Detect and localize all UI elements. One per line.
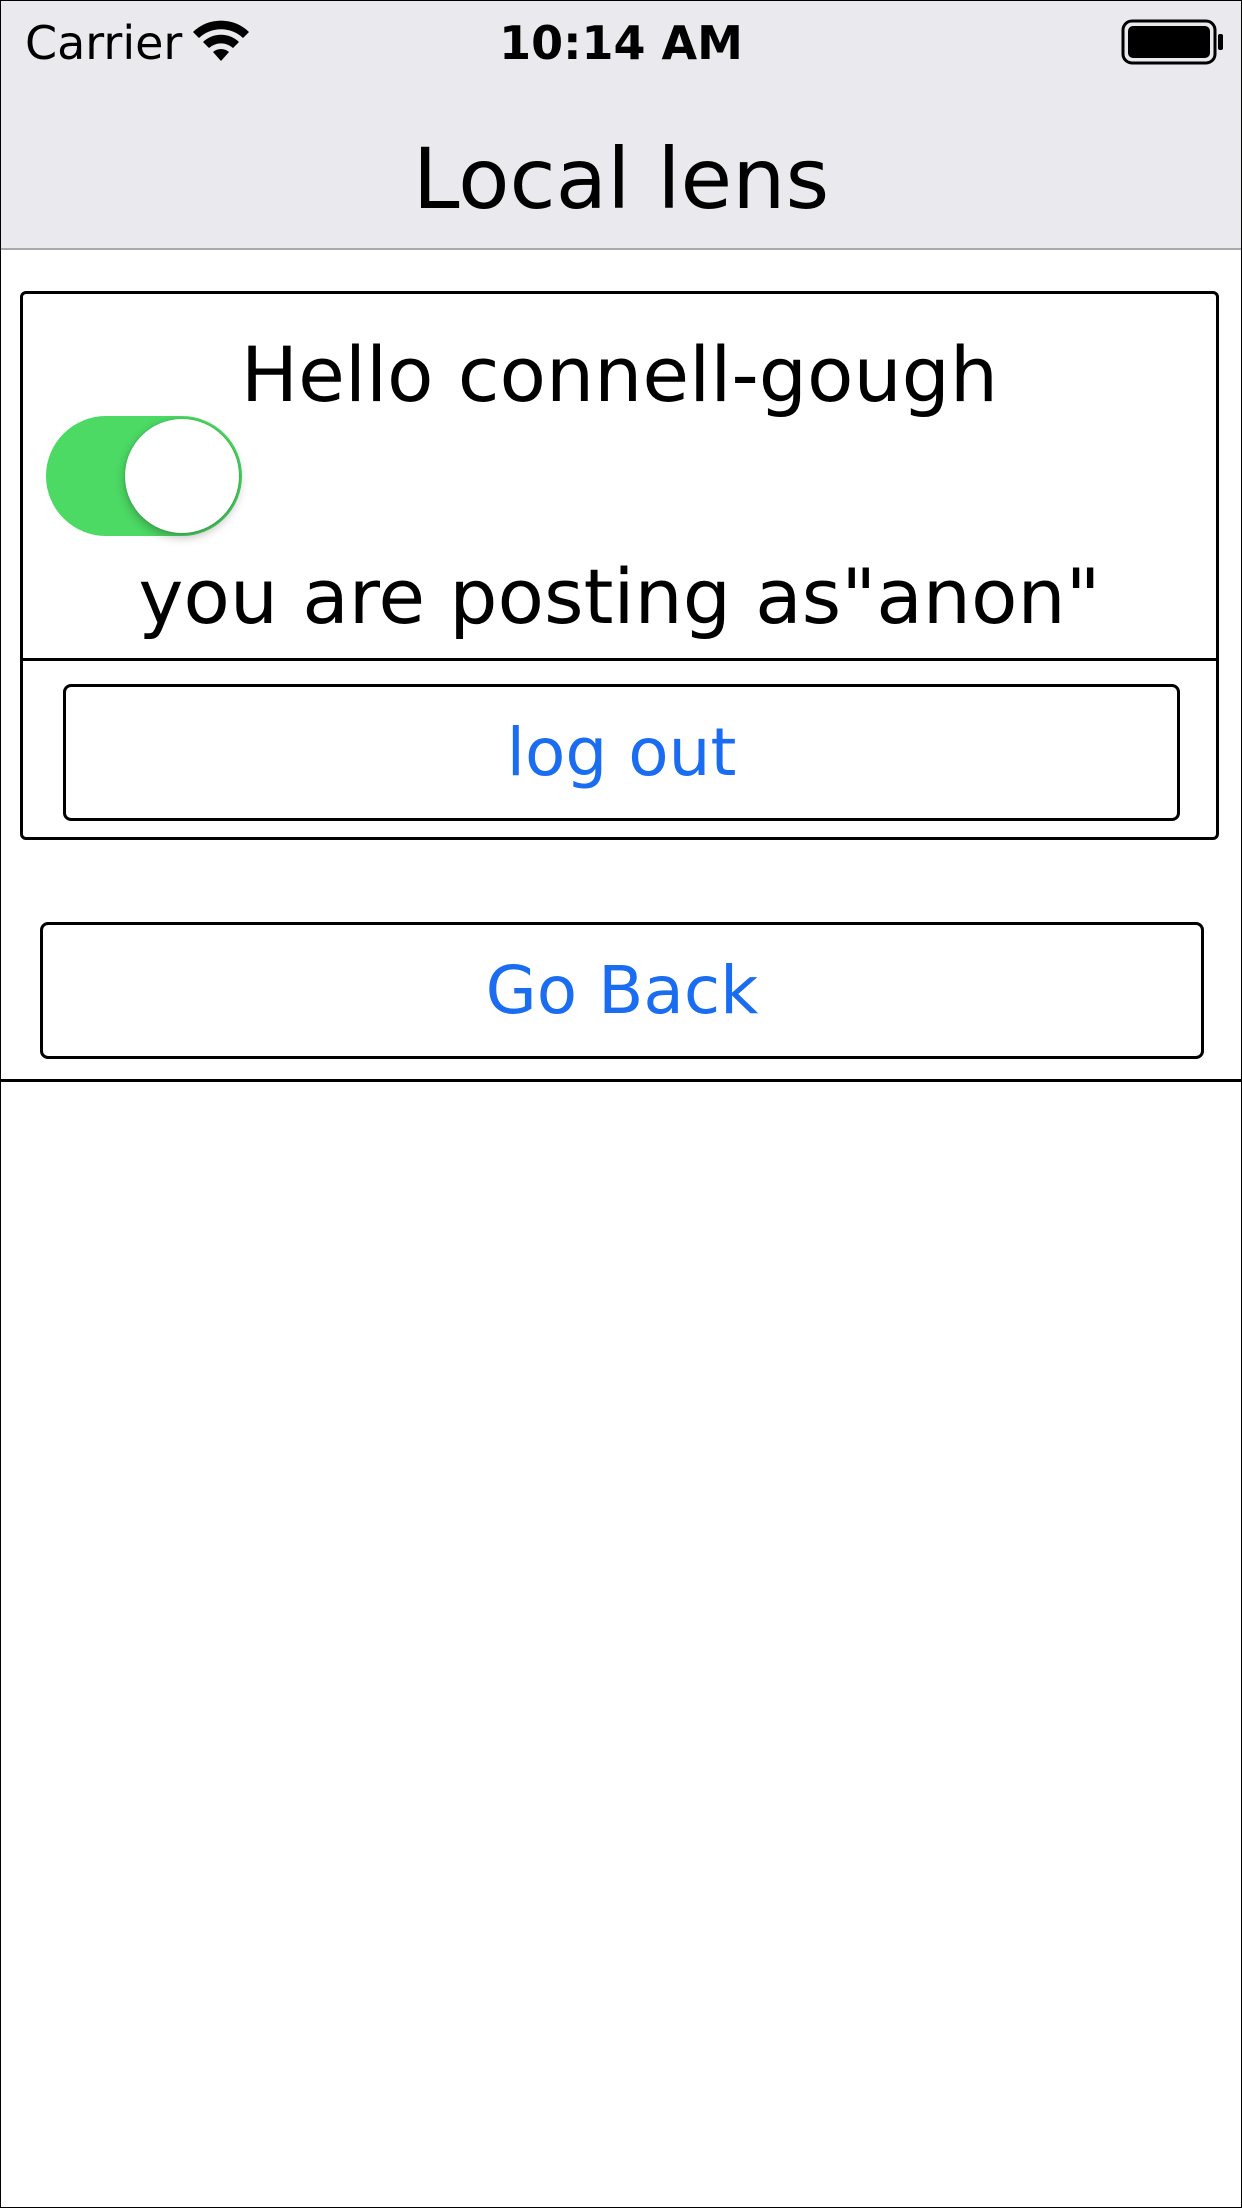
- nav-title: Local lens: [412, 130, 830, 228]
- toggle-knob: [125, 419, 239, 533]
- go-back-button[interactable]: Go Back: [40, 922, 1204, 1059]
- posting-as-text: you are posting as"anon": [138, 552, 1101, 641]
- logout-button[interactable]: log out: [63, 684, 1180, 821]
- status-time: 10:14 AM: [499, 16, 743, 70]
- content-divider: [1, 1079, 1241, 1082]
- battery-full-icon: [1121, 19, 1223, 65]
- card-divider: [23, 658, 1216, 661]
- anonymous-toggle[interactable]: [46, 416, 242, 536]
- greeting-text: Hello connell-gough: [240, 330, 999, 419]
- app-screen: Carrier 10:14 AM Local lens Hello connel…: [0, 0, 1242, 2208]
- account-card: Hello connell-gough you are posting as"a…: [20, 291, 1219, 840]
- top-bar: Carrier 10:14 AM Local lens: [1, 1, 1241, 250]
